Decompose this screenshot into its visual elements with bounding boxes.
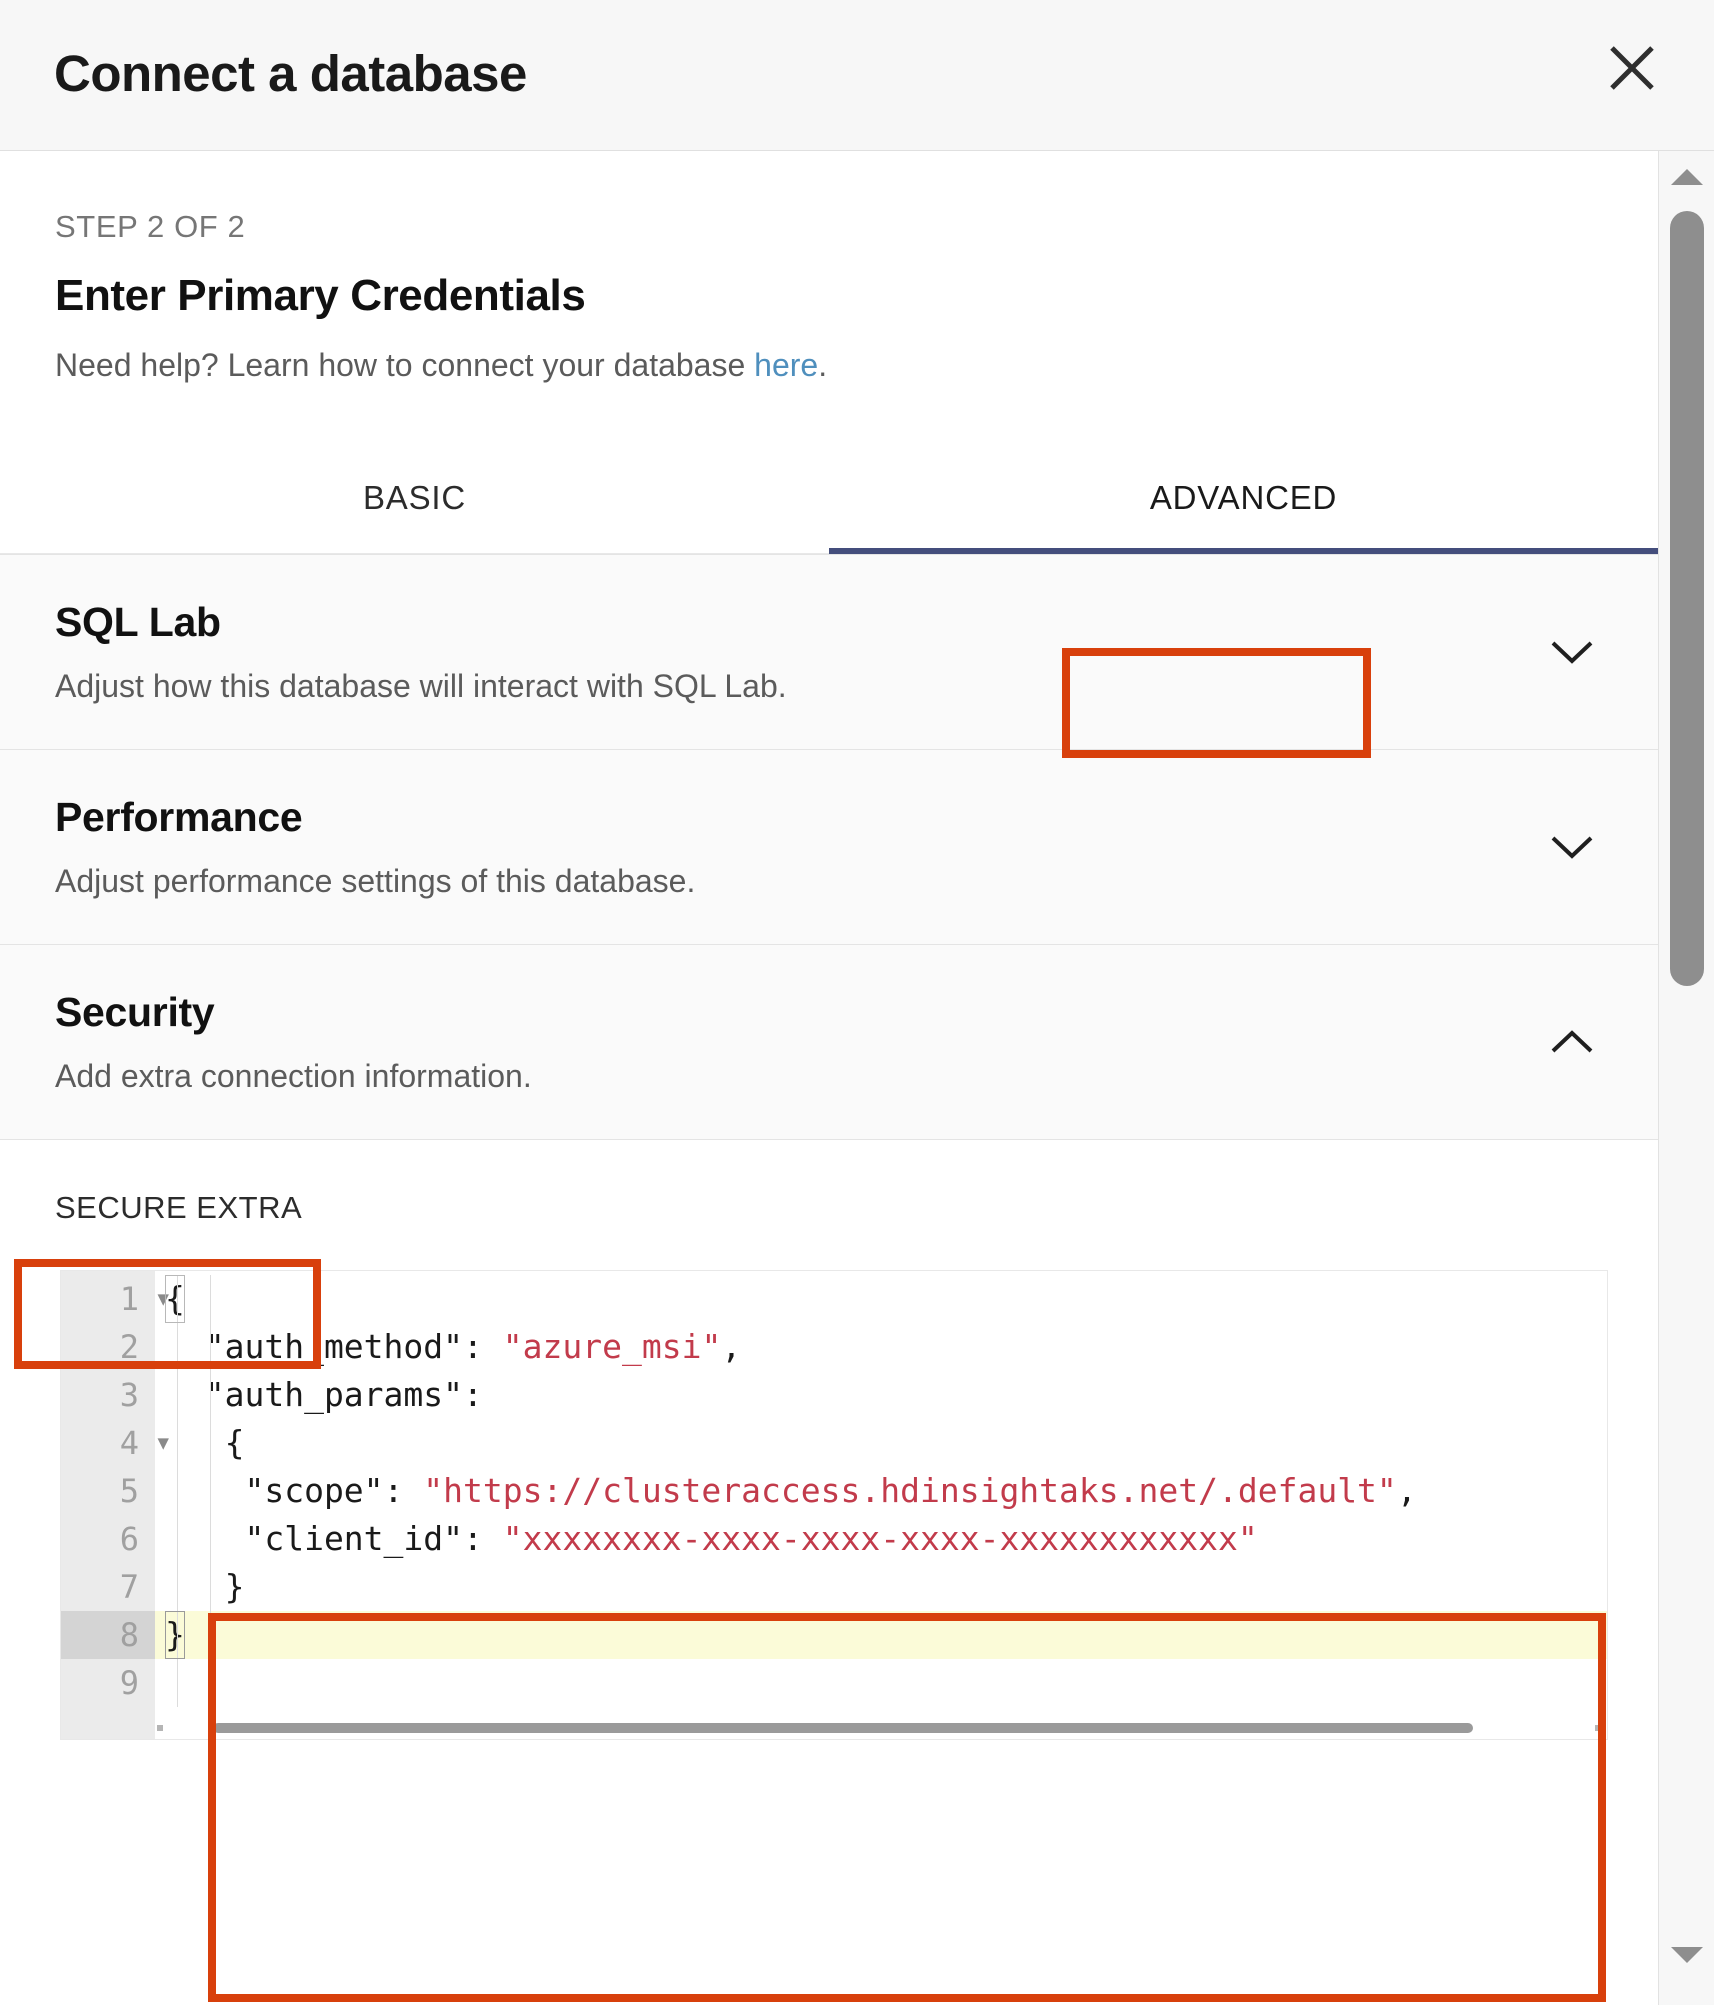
panel-subtitle-performance: Adjust performance settings of this data…: [55, 863, 1603, 900]
editor-line-number: 9: [61, 1659, 155, 1707]
help-text-prefix: Need help? Learn how to connect your dat…: [55, 347, 754, 383]
chevron-down-icon[interactable]: [1548, 823, 1596, 871]
scrollbar-thumb[interactable]: [213, 1723, 1473, 1733]
code-string-token: "azure_msi": [503, 1327, 722, 1366]
editor-code-line[interactable]: {: [155, 1275, 1607, 1323]
indent-guide: [210, 1275, 211, 1707]
collapse-panel-sql-lab[interactable]: SQL Lab Adjust how this database will in…: [0, 554, 1658, 750]
help-text-suffix: .: [818, 347, 827, 383]
help-link[interactable]: here: [754, 347, 818, 383]
code-token: "auth_method":: [165, 1327, 503, 1366]
panel-subtitle-sql-lab: Adjust how this database will interact w…: [55, 668, 1603, 705]
code-token: "scope":: [165, 1471, 423, 1510]
secure-extra-code-editor[interactable]: 1▼234▼56789 { "auth_method": "azure_msi"…: [60, 1270, 1608, 1740]
modal-title: Connect a database: [54, 48, 527, 99]
scrollbar-thumb[interactable]: [1670, 211, 1704, 986]
scrollbar-track-end: [1595, 1725, 1601, 1731]
close-icon[interactable]: [1596, 32, 1668, 104]
editor-code-line[interactable]: "scope": "https://clusteraccess.hdinsigh…: [155, 1467, 1607, 1515]
editor-line-number: 8: [61, 1611, 155, 1659]
editor-code-line[interactable]: }: [155, 1563, 1607, 1611]
editor-horizontal-scrollbar[interactable]: [157, 1723, 1601, 1735]
code-token: "client_id":: [165, 1519, 503, 1558]
editor-code-line[interactable]: [155, 1659, 1607, 1707]
editor-code-line[interactable]: "auth_method": "azure_msi",: [155, 1323, 1607, 1371]
editor-line-number: 2: [61, 1323, 155, 1371]
connect-database-modal: Connect a database STEP 2 OF 2 Enter Pri…: [0, 0, 1714, 2005]
step-indicator: STEP 2 OF 2: [55, 209, 1658, 245]
tab-advanced[interactable]: ADVANCED: [829, 442, 1658, 554]
help-text: Need help? Learn how to connect your dat…: [55, 347, 1658, 384]
editor-cursor: [165, 1275, 185, 1323]
editor-code-line[interactable]: "auth_params":: [155, 1371, 1607, 1419]
scroll-down-arrow-icon[interactable]: [1659, 1935, 1714, 1975]
panel-title-performance: Performance: [55, 794, 1603, 841]
modal-scrollbar[interactable]: [1658, 151, 1714, 2005]
panel-title-security: Security: [55, 989, 1603, 1036]
editor-line-number: 1▼: [61, 1275, 155, 1323]
code-string-token: "xxxxxxxx-xxxx-xxxx-xxxx-xxxxxxxxxxxx": [503, 1519, 1258, 1558]
editor-code-area[interactable]: { "auth_method": "azure_msi", "auth_para…: [155, 1271, 1607, 1739]
security-panel-content: SECURE EXTRA 1▼234▼56789 { "auth_method"…: [0, 1140, 1658, 1740]
chevron-down-icon[interactable]: [1548, 628, 1596, 676]
code-token: "auth_params":: [165, 1375, 483, 1414]
secure-extra-label: SECURE EXTRA: [55, 1190, 1658, 1226]
chevron-up-icon[interactable]: [1548, 1018, 1596, 1066]
editor-line-number: 7: [61, 1563, 155, 1611]
code-string-token: "https://clusteraccess.hdinsightaks.net/…: [423, 1471, 1397, 1510]
editor-code-line[interactable]: {: [155, 1419, 1607, 1467]
tab-basic[interactable]: BASIC: [0, 442, 829, 554]
editor-line-number: 5: [61, 1467, 155, 1515]
editor-line-number: 6: [61, 1515, 155, 1563]
collapse-panel-security[interactable]: Security Add extra connection informatio…: [0, 945, 1658, 1140]
tab-bar: BASIC ADVANCED: [0, 442, 1658, 554]
editor-code-line[interactable]: }: [155, 1611, 1607, 1659]
code-token: ,: [1397, 1471, 1417, 1510]
panel-title-sql-lab: SQL Lab: [55, 599, 1603, 646]
editor-code-line[interactable]: "client_id": "xxxxxxxx-xxxx-xxxx-xxxx-xx…: [155, 1515, 1607, 1563]
panel-subtitle-security: Add extra connection information.: [55, 1058, 1603, 1095]
editor-line-number: 3: [61, 1371, 155, 1419]
collapse-panel-performance[interactable]: Performance Adjust performance settings …: [0, 750, 1658, 945]
modal-body: STEP 2 OF 2 Enter Primary Credentials Ne…: [0, 151, 1714, 2005]
editor-cursor-active: [165, 1611, 185, 1659]
scroll-up-arrow-icon[interactable]: [1659, 157, 1714, 197]
editor-line-number: 4▼: [61, 1419, 155, 1467]
editor-gutter: 1▼234▼56789: [61, 1271, 155, 1739]
modal-body-content: STEP 2 OF 2 Enter Primary Credentials Ne…: [0, 151, 1658, 2005]
scrollbar-track-start: [157, 1725, 163, 1731]
page-title: Enter Primary Credentials: [55, 271, 1658, 321]
modal-header: Connect a database: [0, 0, 1714, 151]
code-token: ,: [721, 1327, 741, 1366]
